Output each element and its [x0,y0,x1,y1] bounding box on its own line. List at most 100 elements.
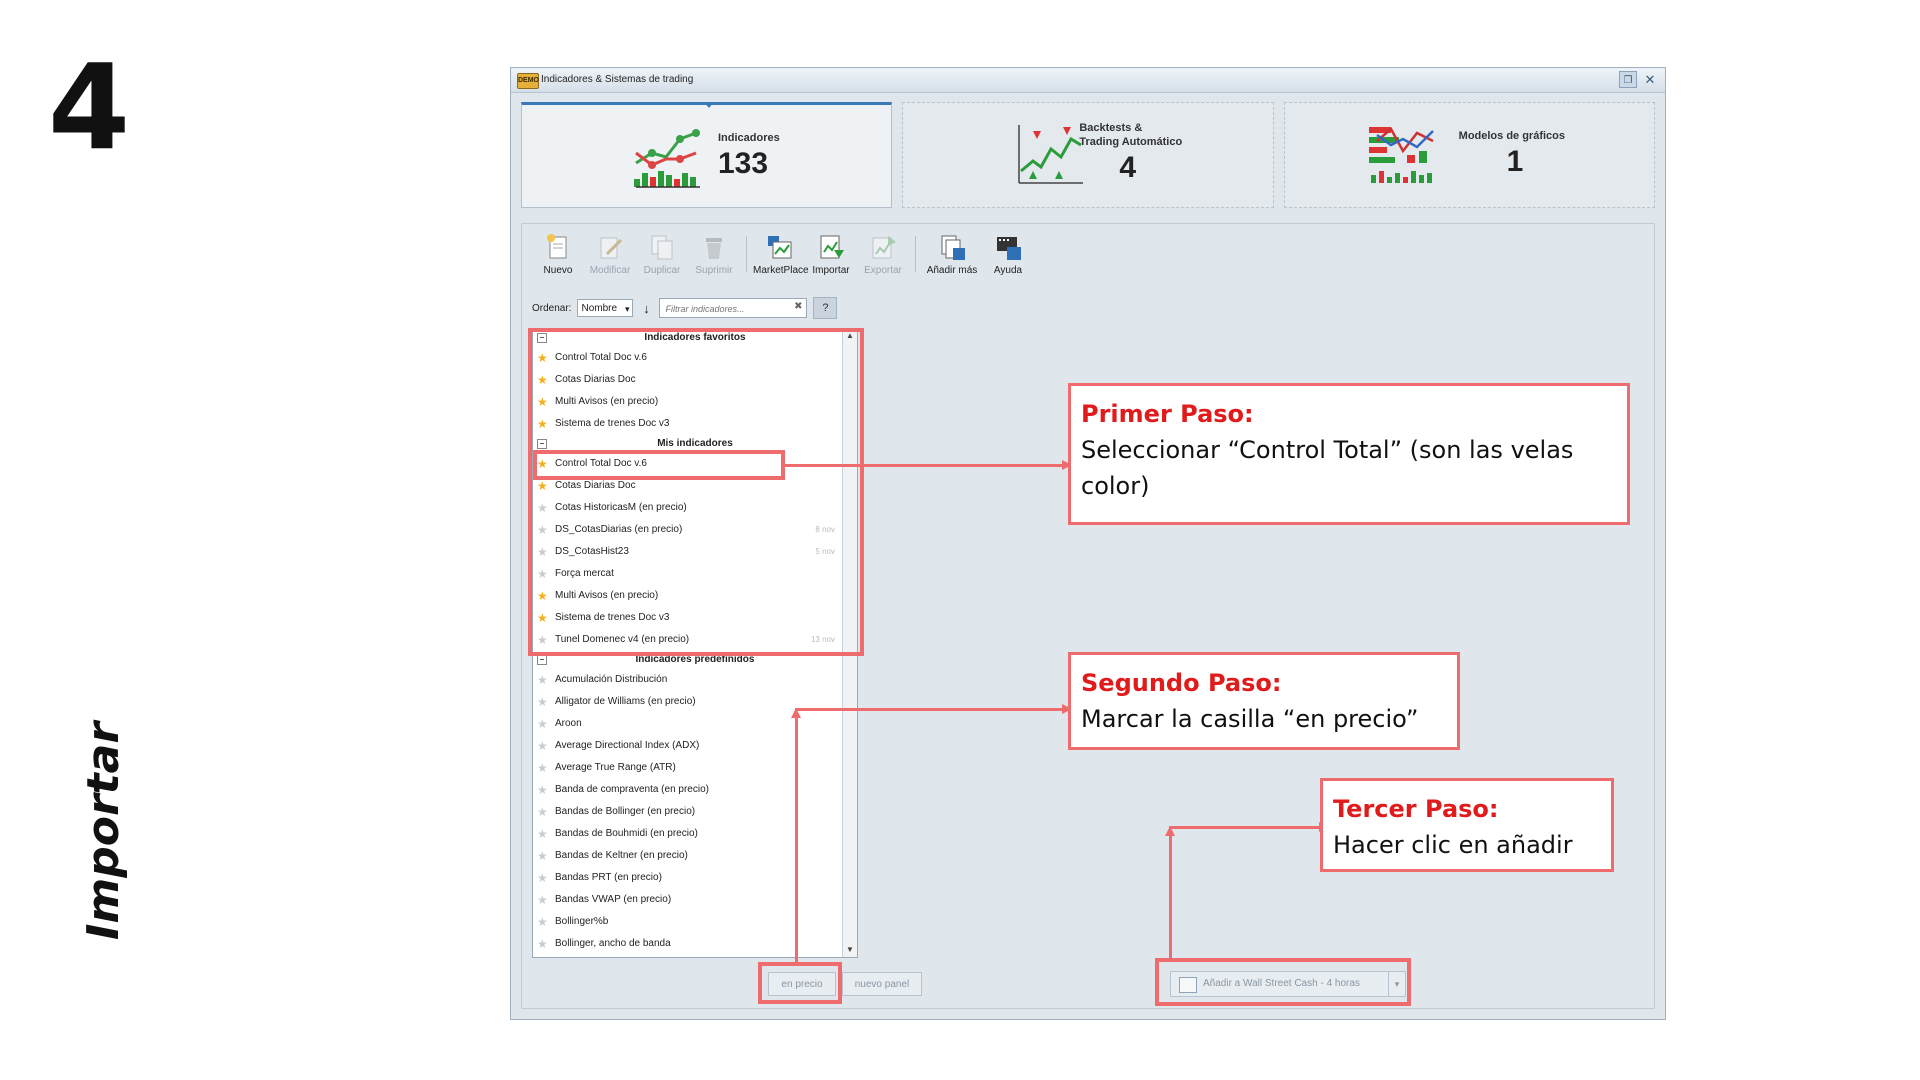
trash-icon [706,238,722,259]
sort-select[interactable]: Nombre ▾ [577,299,634,317]
list-item[interactable]: ★ Bandas VWAP (en precio) [533,889,857,911]
favorite-star-icon[interactable]: ★ [537,823,548,845]
arrow-line-step1 [785,464,1062,467]
list-item[interactable]: ★ Bandas de Bouhmidi (en precio) [533,823,857,845]
sort-direction-button[interactable]: ↓ [639,301,653,316]
list-item-label: Average Directional Index (ADX) [555,740,700,751]
marketplace-icon [768,236,792,259]
toolbar-separator [915,236,916,272]
list-item[interactable]: ★Canal de Donchian (en precio) [533,955,857,957]
chart-templates-icon [1368,127,1434,183]
export-icon [872,236,896,259]
list-item[interactable]: ★ Bollinger%b [533,911,857,933]
callout-step2: Segundo Paso: Marcar la casilla “en prec… [1068,652,1460,750]
card-modelos[interactable]: Modelos de gráficos 1 [1283,102,1655,208]
filter-input-box: ✖ [659,298,808,318]
callout-step2-title: Segundo Paso: [1081,669,1282,697]
scroll-down-icon[interactable]: ▼ [843,943,857,957]
exportar-button[interactable]: Exportar [857,232,909,276]
arrow-line-step3-horizontal [1169,826,1319,829]
collapse-icon[interactable]: − [537,655,547,665]
card-indicadores-label: Indicadores [718,132,780,144]
list-item-label: Banda de compraventa (en precio) [555,784,709,795]
sort-label: Ordenar: [532,302,572,314]
favorite-star-icon[interactable]: ★ [537,867,548,889]
list-item-label: Aroon [555,718,582,729]
app-logo-icon: DEMO [517,73,539,89]
suprimir-label: Suprimir [695,265,733,276]
favorite-star-icon[interactable]: ★ [537,911,548,933]
window-title: Indicadores & Sistemas de trading [541,74,694,85]
favorite-star-icon[interactable]: ★ [537,669,548,691]
toolbar-separator [746,236,747,272]
list-item[interactable]: ★ Average True Range (ATR) [533,757,857,779]
list-item[interactable]: ★ Aroon [533,713,857,735]
ayuda-button[interactable]: Ayuda [982,232,1034,276]
favorite-star-icon[interactable]: ★ [537,779,548,801]
favorite-star-icon[interactable]: ★ [537,691,548,713]
list-item[interactable]: ★ Bollinger, ancho de banda [533,933,857,955]
importar-button[interactable]: Importar [805,232,857,276]
list-item-label: Bandas de Bollinger (en precio) [555,806,696,817]
favorite-star-icon[interactable]: ★ [537,735,548,757]
favorite-star-icon[interactable]: ★ [537,955,548,957]
card-backtests[interactable]: Backtests & Trading Automático 4 [902,102,1274,208]
help-video-icon [997,237,1021,260]
list-item[interactable]: ★ Average Directional Index (ADX) [533,735,857,757]
importar-label: Importar [812,265,850,276]
favorite-star-icon[interactable]: ★ [537,757,548,779]
list-item[interactable]: ★ Bandas PRT (en precio) [533,867,857,889]
favorite-star-icon[interactable]: ★ [537,889,548,911]
close-button[interactable]: ✕ [1641,71,1659,88]
arrow-line-step3-vertical [1169,836,1172,958]
add-more-icon [941,235,965,260]
sort-selected-value: Nombre [581,303,618,314]
favorite-star-icon[interactable]: ★ [537,801,548,823]
list-item[interactable]: ★ Bandas de Bollinger (en precio) [533,801,857,823]
restore-button[interactable]: ❐ [1619,71,1637,88]
nuevo-panel-checkbox[interactable]: nuevo panel [842,972,922,996]
list-item[interactable]: ★ Acumulación Distribución [533,669,857,691]
clear-filter-icon[interactable]: ✖ [794,301,802,312]
anadir-mas-button[interactable]: Añadir más [922,232,982,276]
card-indicadores[interactable]: Indicadores 133 [521,102,893,208]
exportar-label: Exportar [864,265,902,276]
list-item[interactable]: ★ Bandas de Keltner (en precio) [533,845,857,867]
list-item-label: Bollinger%b [555,916,609,927]
filter-input[interactable] [663,300,788,318]
callout-step1-text: Seleccionar “Control Total” (son las vel… [1081,436,1574,500]
active-tab-pointer [704,102,714,108]
marketplace-label: MarketPlace [753,265,809,276]
callout-step3: Tercer Paso: Hacer clic en añadir [1320,778,1614,872]
anadir-mas-label: Añadir más [926,265,978,276]
list-item-label: Alligator de Williams (en precio) [555,696,696,707]
suprimir-button[interactable]: Suprimir [688,232,740,276]
list-item-label: Bandas VWAP (en precio) [555,894,672,905]
edit-icon [600,237,623,259]
favorite-star-icon[interactable]: ★ [537,933,548,955]
chevron-down-icon: ▾ [624,304,630,314]
indicators-chart-icon [634,129,700,188]
arrow-line-step2-vertical [795,718,798,964]
highlight-control-total [533,450,785,480]
window-titlebar: DEMO Indicadores & Sistemas de trading ❐… [511,68,1665,93]
marketplace-button[interactable]: MarketPlace [753,232,809,276]
modificar-button[interactable]: Modificar [584,232,636,276]
callout-step3-text: Hacer clic en añadir [1333,831,1573,859]
new-document-icon [547,234,567,259]
nuevo-button[interactable]: Nuevo [532,232,584,276]
list-item-label: Bandas de Bouhmidi (en precio) [555,828,698,839]
sort-bar: Ordenar: Nombre ▾ ↓ ✖ ? [532,297,838,319]
import-icon [820,235,844,259]
highlight-add-button [1155,958,1411,1006]
filter-help-button[interactable]: ? [813,297,838,319]
ayuda-label: Ayuda [993,265,1023,276]
favorite-star-icon[interactable]: ★ [537,845,548,867]
callout-step1: Primer Paso: Seleccionar “Control Total”… [1068,383,1630,525]
callout-step2-text: Marcar la casilla “en precio” [1081,705,1419,733]
card-backtests-label-1: Backtests & [1079,122,1143,134]
duplicar-button[interactable]: Duplicar [636,232,688,276]
favorite-star-icon[interactable]: ★ [537,713,548,735]
card-backtests-label-2: Trading Automático [1079,136,1183,148]
list-item[interactable]: ★ Banda de compraventa (en precio) [533,779,857,801]
